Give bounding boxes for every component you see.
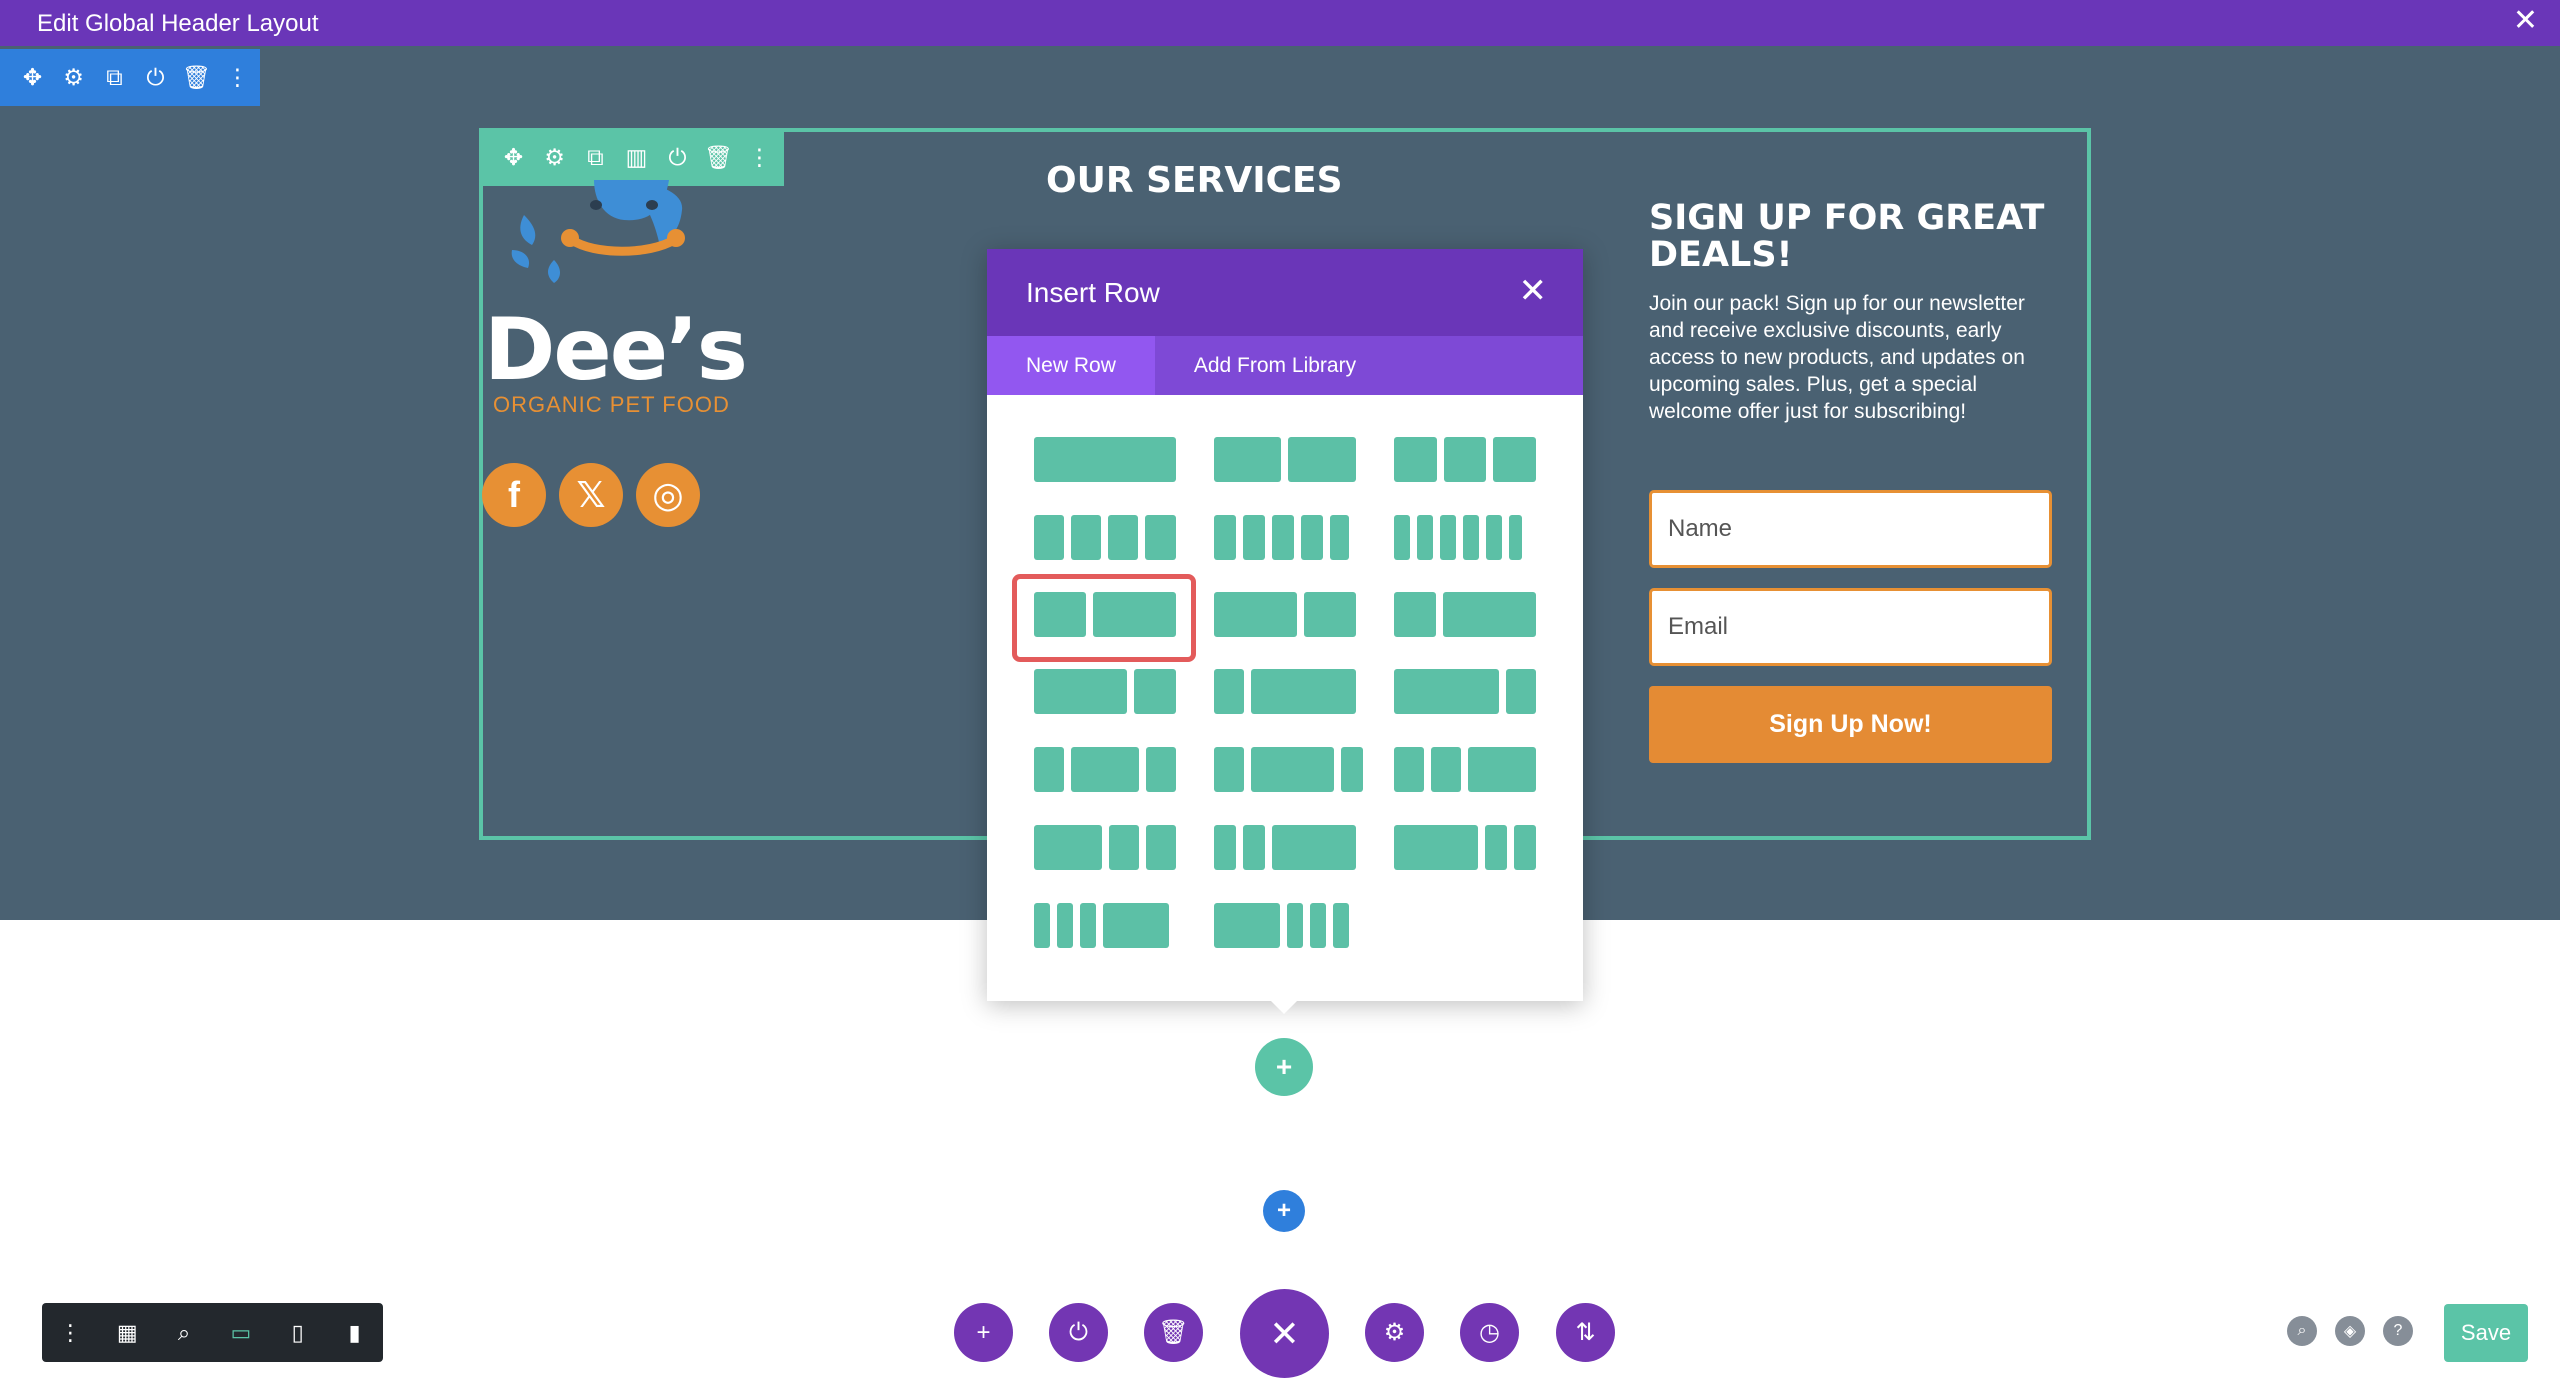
facebook-icon[interactable]: f <box>482 463 546 527</box>
close-icon[interactable]: ✕ <box>2513 6 2538 36</box>
power-icon[interactable]: ⏻ <box>135 64 176 91</box>
column-layouts <box>1034 437 1536 957</box>
window-title-bar: Edit Global Header Layout ✕ <box>0 0 2560 46</box>
signup-text: Join our pack! Sign up for our newslette… <box>1649 292 2025 423</box>
add-section-button[interactable]: + <box>1263 1190 1305 1232</box>
portability-icon[interactable]: ⇅ <box>1556 1303 1615 1362</box>
gear-icon[interactable]: ⚙ <box>534 144 575 171</box>
window-title: Edit Global Header Layout <box>37 10 319 37</box>
duplicate-icon[interactable]: ⧉ <box>94 64 135 91</box>
modal-pointer <box>1270 1000 1298 1014</box>
layout-2-col[interactable] <box>1214 437 1356 482</box>
wireframe-icon[interactable]: ▦ <box>99 1320 156 1346</box>
more-icon[interactable]: ⋮ <box>739 144 780 171</box>
close-icon[interactable]: ✕ <box>1240 1289 1329 1378</box>
modal-tabs: New Row Add From Library <box>987 336 1583 395</box>
services-title: OUR SERVICES <box>1046 160 1343 201</box>
power-icon[interactable]: ⏻ <box>657 144 698 171</box>
modal-header: Insert Row ✕ <box>987 249 1583 336</box>
view-mode-toolbar: ⋮ ▦ ⌕ ▭ ▯ ▮ <box>42 1303 383 1362</box>
move-icon[interactable]: ✥ <box>12 64 53 91</box>
tablet-icon[interactable]: ▯ <box>269 1320 326 1346</box>
layout-2-1-alt-col[interactable] <box>1034 669 1176 714</box>
layout-1-col[interactable] <box>1034 437 1176 482</box>
layout-3-col[interactable] <box>1394 437 1536 482</box>
gear-icon[interactable]: ⚙ <box>53 64 94 91</box>
row-toolbar: ✥ ⚙ ⧉ ▥ ⏻ 🗑 ⋮ <box>482 128 784 186</box>
bottom-right-icons: ⌕ ◈ ? <box>2287 1316 2413 1346</box>
layout-3-1-1-col[interactable] <box>1394 825 1536 870</box>
layout-2-1-1-col[interactable] <box>1034 825 1176 870</box>
power-icon[interactable]: ⏻ <box>1049 1303 1108 1362</box>
trash-icon[interactable]: 🗑 <box>1144 1303 1203 1362</box>
layers-icon[interactable]: ◈ <box>2335 1316 2365 1346</box>
more-icon[interactable]: ⋮ <box>217 64 258 91</box>
layout-1-1-3-col[interactable] <box>1214 825 1356 870</box>
save-button[interactable]: Save <box>2444 1304 2528 1362</box>
duplicate-icon[interactable]: ⧉ <box>575 144 616 171</box>
layout-1-4-col[interactable] <box>1214 669 1356 714</box>
search-icon[interactable]: ⌕ <box>2287 1316 2317 1346</box>
signup-button[interactable]: Sign Up Now! <box>1649 686 2052 763</box>
tab-new-row[interactable]: New Row <box>987 336 1155 395</box>
logo-subtitle: ORGANIC PET FOOD <box>493 392 730 417</box>
x-icon[interactable]: 𝕏 <box>559 463 623 527</box>
logo-name: Dee’s <box>484 300 748 400</box>
layout-1-2-1-col[interactable] <box>1034 747 1176 792</box>
move-icon[interactable]: ✥ <box>493 144 534 171</box>
gear-icon[interactable]: ⚙ <box>1365 1303 1424 1362</box>
modal-title: Insert Row <box>1026 277 1160 308</box>
layout-1-3-col[interactable] <box>1394 592 1536 637</box>
layout-2-1-col[interactable] <box>1214 592 1356 637</box>
layout-5-col[interactable] <box>1214 515 1349 560</box>
add-row-button[interactable]: + <box>1255 1038 1313 1096</box>
layout-4-1-col[interactable] <box>1394 669 1536 714</box>
tab-add-from-library[interactable]: Add From Library <box>1155 336 1395 395</box>
history-icon[interactable]: ◷ <box>1460 1303 1519 1362</box>
section-toolbar: ✥ ⚙ ⧉ ⏻ 🗑 ⋮ <box>0 49 260 106</box>
layout-3-1-1-1-col[interactable] <box>1214 903 1349 948</box>
email-field[interactable]: Email <box>1649 588 2052 666</box>
columns-icon[interactable]: ▥ <box>616 144 657 171</box>
layout-4-col[interactable] <box>1034 515 1176 560</box>
help-icon[interactable]: ? <box>2383 1316 2413 1346</box>
add-icon[interactable]: + <box>954 1303 1013 1362</box>
layout-6-col[interactable] <box>1394 515 1522 560</box>
close-icon[interactable]: ✕ <box>1519 271 1548 311</box>
layout-1-3-1-col[interactable] <box>1214 747 1363 792</box>
trash-icon[interactable]: 🗑 <box>698 144 739 171</box>
desktop-icon[interactable]: ▭ <box>212 1320 269 1346</box>
layout-1-1-1-3-col[interactable] <box>1034 903 1169 948</box>
selected-layout-highlight <box>1012 574 1196 662</box>
phone-icon[interactable]: ▮ <box>326 1320 383 1346</box>
more-icon[interactable]: ⋮ <box>42 1320 99 1346</box>
signup-title: SIGN UP FOR GREAT DEALS! <box>1649 198 2045 275</box>
trash-icon[interactable]: 🗑 <box>176 64 217 91</box>
name-field[interactable]: Name <box>1649 490 2052 568</box>
layout-1-1-2-col[interactable] <box>1394 747 1536 792</box>
zoom-icon[interactable]: ⌕ <box>156 1320 213 1346</box>
instagram-icon[interactable]: ◎ <box>636 463 700 527</box>
